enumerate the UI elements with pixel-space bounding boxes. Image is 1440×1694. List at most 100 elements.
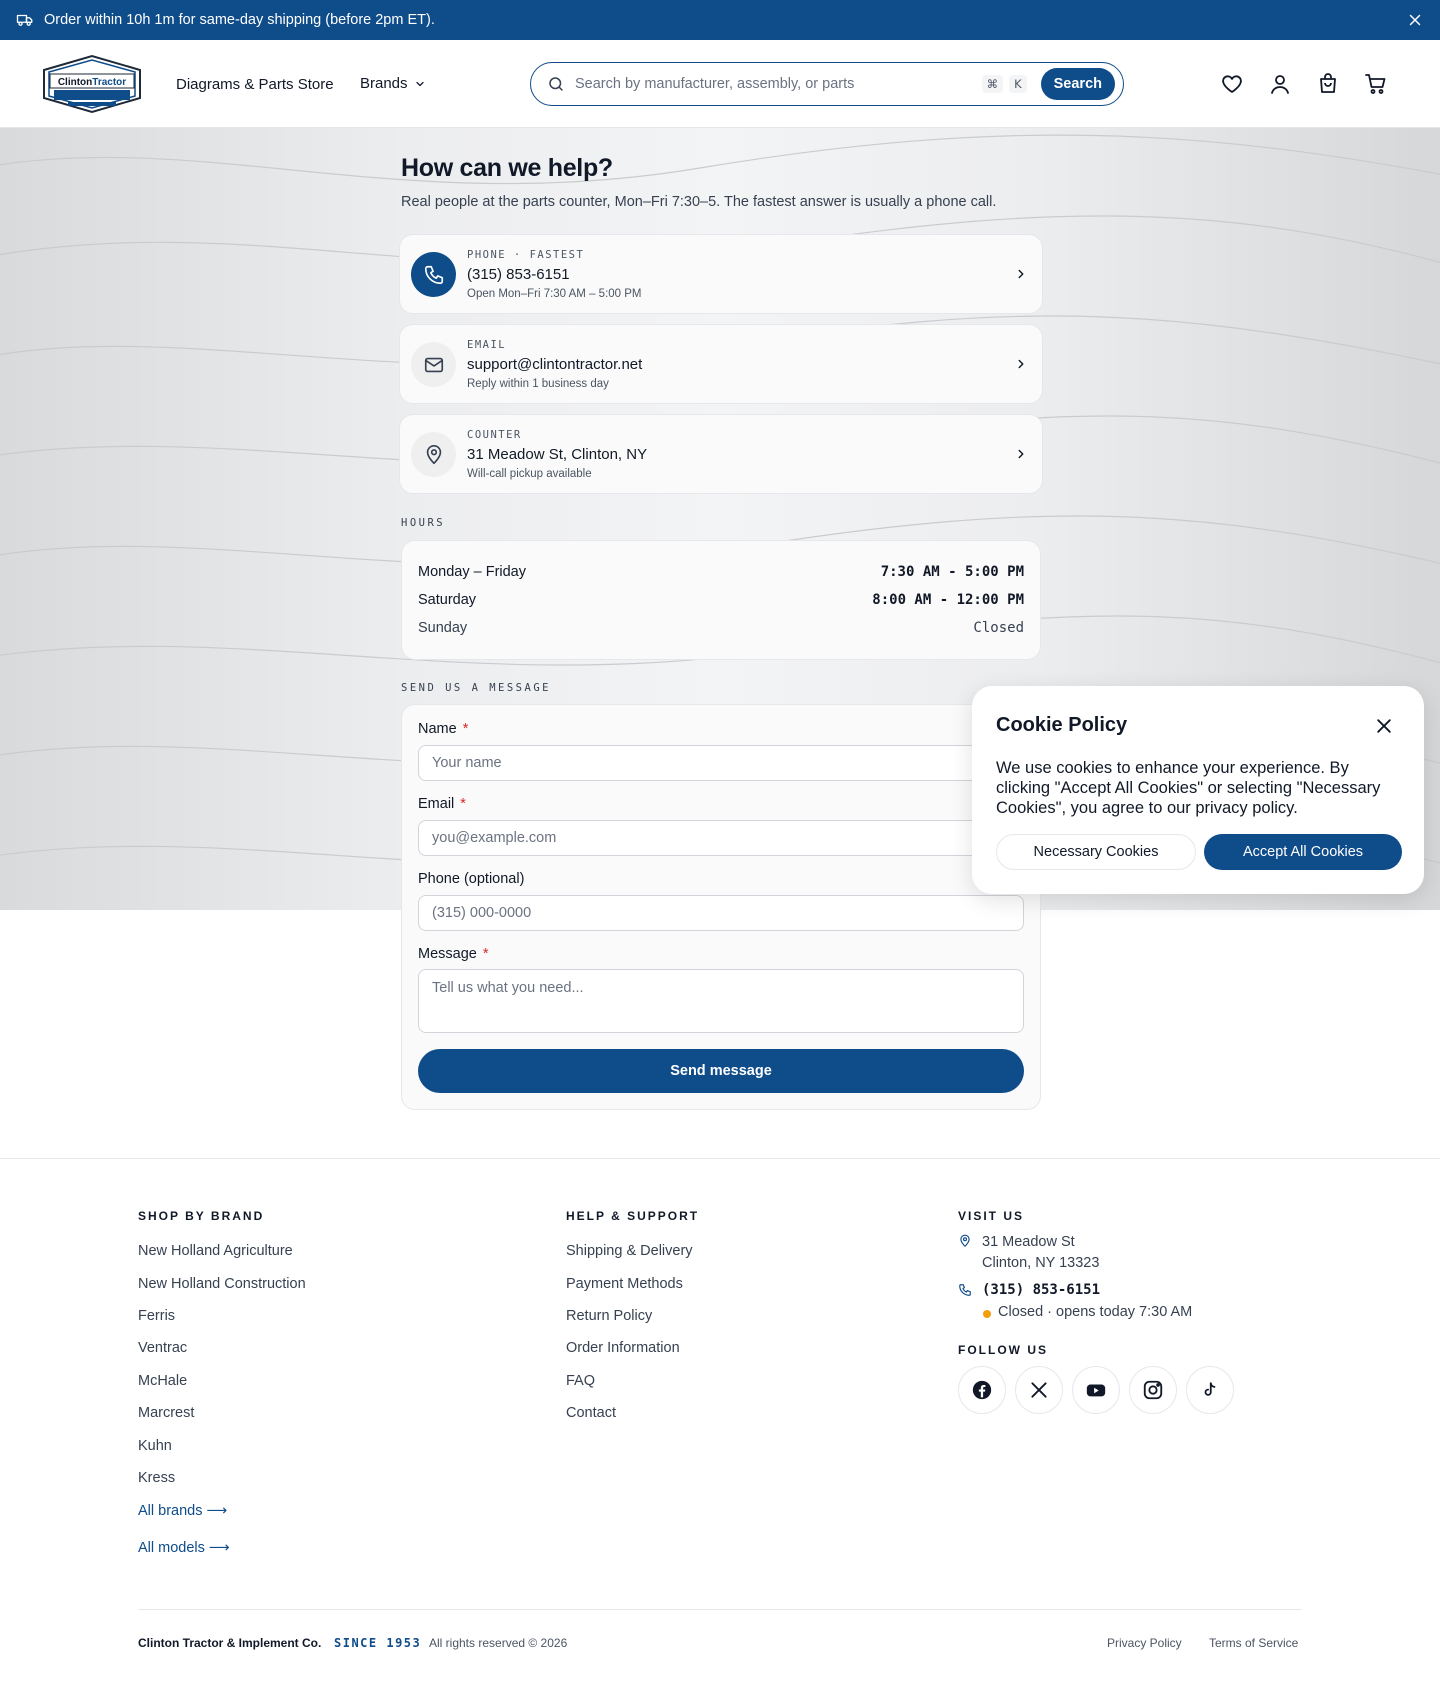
- search-button[interactable]: Search: [1040, 68, 1115, 100]
- page-subtitle: Real people at the parts counter, Mon–Fr…: [401, 194, 997, 210]
- footer-brand-link[interactable]: McHale: [138, 1373, 187, 1389]
- contact-card-phone[interactable]: PHONE · FASTEST (315) 853-6151 Open Mon–…: [399, 234, 1043, 314]
- contact-form: Name * Email * Phone (optional) Message * S…: [401, 704, 1041, 1110]
- footer-bottom-divider: [138, 1609, 1302, 1610]
- since-badge: SINCE 1953: [334, 1636, 422, 1650]
- email-label: Email *: [418, 796, 466, 812]
- search-icon: [549, 77, 563, 91]
- facebook-icon: [972, 1380, 992, 1400]
- visit-address: 31 Meadow St Clinton, NY 13323: [982, 1232, 1099, 1274]
- hours-time: Closed: [973, 620, 1024, 636]
- store-status: Closed · opens today 7:30 AM: [998, 1304, 1193, 1320]
- footer-brand-link[interactable]: New Holland Agriculture: [138, 1243, 293, 1259]
- hours-row: Monday – Friday 7:30 AM - 5:00 PM: [418, 562, 1024, 582]
- footer-help-link[interactable]: FAQ: [566, 1373, 595, 1389]
- all-brands-link[interactable]: All brands ⟶: [138, 1503, 227, 1519]
- contact-card-sub: Reply within 1 business day: [467, 378, 609, 390]
- mail-icon-circle: [411, 342, 456, 387]
- bag-icon[interactable]: [1316, 72, 1340, 96]
- site-logo[interactable]: ClintonTractor: [40, 54, 144, 114]
- phone-field[interactable]: [418, 895, 1024, 931]
- required-mark: *: [462, 721, 469, 737]
- shortcut-k-key: K: [1009, 75, 1027, 93]
- privacy-policy-link[interactable]: Privacy Policy: [1107, 1636, 1182, 1650]
- search-input[interactable]: [575, 76, 982, 92]
- hours-time: 8:00 AM - 12:00 PM: [872, 592, 1024, 608]
- nav-brands-dropdown[interactable]: Brands: [360, 75, 426, 92]
- x-link[interactable]: [1015, 1366, 1063, 1414]
- hours-day: Saturday: [418, 592, 477, 608]
- message-field[interactable]: [418, 969, 1024, 1033]
- contact-card-email[interactable]: EMAIL support@clintontractor.net Reply w…: [399, 324, 1043, 404]
- close-icon[interactable]: [1406, 11, 1424, 29]
- chevron-right-icon: [1018, 269, 1024, 279]
- footer-help-link[interactable]: Contact: [566, 1405, 616, 1421]
- footer-brand-link[interactable]: Kress: [138, 1470, 175, 1486]
- visit-phone-link[interactable]: (315) 853-6151: [982, 1282, 1100, 1298]
- company-name: Clinton Tractor & Implement Co.: [138, 1636, 322, 1650]
- all-models-link[interactable]: All models ⟶: [138, 1540, 230, 1556]
- help-support-heading: HELP & SUPPORT: [566, 1209, 700, 1223]
- footer-brand-link[interactable]: Marcrest: [138, 1405, 194, 1421]
- map-pin-icon: [426, 444, 441, 464]
- hours-time: 7:30 AM - 5:00 PM: [880, 564, 1024, 580]
- svg-text:ClintonTractor: ClintonTractor: [58, 77, 126, 88]
- tiktok-link[interactable]: [1186, 1366, 1234, 1414]
- footer-brand-link[interactable]: Ferris: [138, 1308, 175, 1324]
- address-line-2: Clinton, NY 13323: [982, 1255, 1100, 1271]
- phone-icon: [424, 265, 443, 284]
- site-header: ClintonTractor Diagrams & Parts Store Br…: [0, 40, 1440, 128]
- terms-of-service-link[interactable]: Terms of Service: [1209, 1636, 1298, 1650]
- footer-help-link[interactable]: Shipping & Delivery: [566, 1243, 693, 1259]
- phone-icon: [959, 1284, 971, 1296]
- send-message-button[interactable]: Send message: [418, 1049, 1024, 1093]
- contact-card-sub: Will-call pickup available: [467, 468, 592, 480]
- hours-day: Monday – Friday: [418, 564, 526, 580]
- youtube-link[interactable]: [1072, 1366, 1120, 1414]
- name-label: Name *: [418, 721, 468, 737]
- close-icon[interactable]: [1374, 716, 1394, 736]
- contact-card-label: EMAIL: [467, 339, 507, 351]
- x-icon: [1031, 1382, 1047, 1398]
- contact-card-value: (315) 853-6151: [467, 266, 570, 283]
- youtube-icon: [1086, 1384, 1106, 1397]
- shop-by-brand-heading: SHOP BY BRAND: [138, 1209, 265, 1223]
- contact-card-sub: Open Mon–Fri 7:30 AM – 5:00 PM: [467, 288, 642, 300]
- footer-help-link[interactable]: Payment Methods: [566, 1276, 683, 1292]
- required-mark: *: [482, 946, 489, 962]
- footer-brand-link[interactable]: Ventrac: [138, 1340, 187, 1356]
- hours-card: Monday – Friday 7:30 AM - 5:00 PM Saturd…: [401, 540, 1041, 660]
- search-bar: ⌘ K Search: [530, 62, 1124, 106]
- tiktok-icon: [1204, 1382, 1216, 1396]
- contact-card-counter[interactable]: COUNTER 31 Meadow St, Clinton, NY Will-c…: [399, 414, 1043, 494]
- contact-card-value: 31 Meadow St, Clinton, NY: [467, 446, 648, 463]
- truck-icon: [16, 14, 33, 26]
- visit-us-heading: VISIT US: [958, 1209, 1025, 1223]
- chevron-right-icon: [1018, 359, 1024, 369]
- accept-all-cookies-button[interactable]: Accept All Cookies: [1204, 834, 1402, 870]
- cookie-text: We use cookies to enhance your experienc…: [996, 759, 1381, 817]
- hours-section-label: HOURS: [401, 517, 446, 529]
- instagram-link[interactable]: [1129, 1366, 1177, 1414]
- map-pin-icon: [960, 1234, 970, 1247]
- user-icon[interactable]: [1268, 72, 1292, 96]
- footer-brand-link[interactable]: New Holland Construction: [138, 1276, 306, 1292]
- heart-icon[interactable]: [1220, 72, 1244, 96]
- footer-help-link[interactable]: Order Information: [566, 1340, 680, 1356]
- instagram-icon: [1143, 1380, 1163, 1400]
- nav-diagrams-parts-store[interactable]: Diagrams & Parts Store: [176, 76, 334, 93]
- name-field[interactable]: [418, 745, 1024, 781]
- header-actions: [1220, 72, 1388, 96]
- phone-label: Phone (optional): [418, 871, 525, 887]
- cart-icon[interactable]: [1364, 72, 1388, 96]
- facebook-link[interactable]: [958, 1366, 1006, 1414]
- announcement-bar: Order within 10h 1m for same-day shippin…: [0, 0, 1440, 40]
- footer-help-link[interactable]: Return Policy: [566, 1308, 652, 1324]
- necessary-cookies-button[interactable]: Necessary Cookies: [996, 834, 1196, 870]
- email-field[interactable]: [418, 820, 1024, 856]
- contact-card-value: support@clintontractor.net: [467, 356, 643, 373]
- footer-brand-link[interactable]: Kuhn: [138, 1438, 172, 1454]
- chevron-right-icon: [1018, 449, 1024, 459]
- footer-divider: [0, 1158, 1440, 1159]
- email-label-text: Email: [418, 796, 455, 812]
